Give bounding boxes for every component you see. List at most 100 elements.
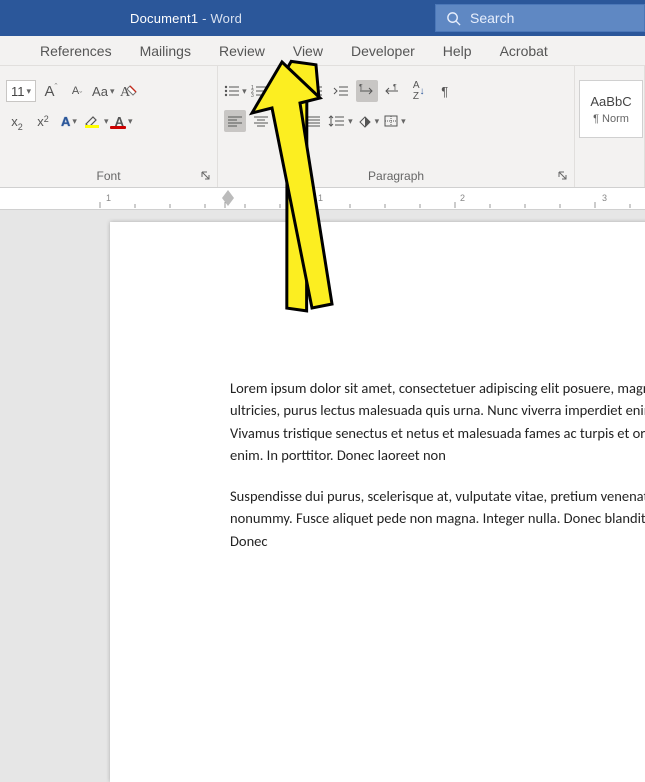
clear-formatting-button[interactable]: A xyxy=(118,80,140,102)
tab-references[interactable]: References xyxy=(40,37,112,65)
style-normal-tile[interactable]: AaBbC ¶ Norm xyxy=(579,80,643,138)
sort-button[interactable]: AZ↓ xyxy=(408,80,430,102)
chevron-down-icon: ▾ xyxy=(348,116,353,127)
text-effects-icon: A xyxy=(61,114,70,129)
align-right-icon xyxy=(279,114,295,128)
paragraph-group: ▾ 123▾ ▾ ¶ ¶ AZ↓ ¶ ▾ ▾ ▾ Paragraph xyxy=(218,66,575,187)
subscript-button[interactable]: x2 xyxy=(6,110,28,132)
shading-button[interactable]: ▾ xyxy=(357,110,380,132)
paragraph-2[interactable]: Suspendisse dui purus, scelerisque at, v… xyxy=(230,485,645,552)
style-tile-sample: AaBbC xyxy=(590,94,631,109)
font-group-label: Font xyxy=(0,169,217,183)
chevron-down-icon: ▾ xyxy=(110,86,115,97)
ribbon: 11▾ Aˆ Aˇ Aa▾ A x2 x2 A▾ ▾ A ▾ Font xyxy=(0,66,645,188)
shading-icon xyxy=(357,114,373,128)
styles-group: AaBbC ¶ Norm xyxy=(575,66,645,187)
font-group: 11▾ Aˆ Aˇ Aa▾ A x2 x2 A▾ ▾ A ▾ Font xyxy=(0,66,218,187)
document-name: Document1 xyxy=(130,11,198,26)
align-left-button[interactable] xyxy=(224,110,246,132)
line-spacing-icon xyxy=(328,114,346,128)
multilevel-icon xyxy=(277,84,293,98)
paragraph-group-label: Paragraph xyxy=(218,169,574,183)
change-case-icon: Aa xyxy=(92,84,108,99)
shrink-font-icon: A xyxy=(72,85,79,97)
title-separator: - xyxy=(198,11,210,26)
show-hide-marks-button[interactable]: ¶ xyxy=(434,80,456,102)
arrow-down-icon: ↓ xyxy=(420,86,425,97)
line-spacing-button[interactable]: ▾ xyxy=(328,110,353,132)
caret-down-icon: ˇ xyxy=(79,90,82,100)
paragraph-1[interactable]: Lorem ipsum dolor sit amet, consectetuer… xyxy=(230,377,645,467)
align-center-icon xyxy=(253,114,269,128)
tab-mailings[interactable]: Mailings xyxy=(140,37,191,65)
chevron-down-icon: ▾ xyxy=(27,86,32,97)
font-size-value: 11 xyxy=(11,84,25,99)
svg-text:3: 3 xyxy=(251,93,254,98)
chevron-down-icon: ▾ xyxy=(128,116,133,127)
launcher-icon xyxy=(558,171,568,181)
superscript-icon: x2 xyxy=(37,114,49,129)
multilevel-list-button[interactable]: ▾ xyxy=(277,80,300,102)
chevron-down-icon: ▾ xyxy=(72,116,77,127)
align-left-icon xyxy=(227,114,243,128)
app-name: Word xyxy=(210,11,242,26)
svg-text:¶: ¶ xyxy=(393,84,397,91)
increase-indent-button[interactable] xyxy=(330,80,352,102)
highlight-button[interactable]: ▾ xyxy=(84,110,109,132)
justify-icon xyxy=(305,114,321,128)
launcher-icon xyxy=(201,171,211,181)
chevron-down-icon: ▾ xyxy=(269,86,274,97)
align-center-button[interactable] xyxy=(250,110,272,132)
subscript-icon: x2 xyxy=(11,114,23,129)
font-size-select[interactable]: 11▾ xyxy=(6,80,36,102)
highlight-icon xyxy=(84,113,102,129)
ribbon-tabs: References Mailings Review View Develope… xyxy=(0,36,645,66)
ltr-icon: ¶ xyxy=(359,84,375,98)
grow-font-button[interactable]: Aˆ xyxy=(40,80,62,102)
chevron-down-icon: ▾ xyxy=(295,86,300,97)
bullets-button[interactable]: ▾ xyxy=(224,80,247,102)
document-canvas: Lorem ipsum dolor sit amet, consectetuer… xyxy=(0,210,645,584)
grow-font-icon: A xyxy=(45,83,55,100)
font-dialog-launcher[interactable] xyxy=(199,169,213,183)
tab-view[interactable]: View xyxy=(293,37,323,65)
rtl-direction-button[interactable]: ¶ xyxy=(382,80,404,102)
ruler-ticks xyxy=(0,188,645,210)
horizontal-ruler[interactable]: 1 1 2 3 xyxy=(0,188,645,210)
tab-developer[interactable]: Developer xyxy=(351,37,415,65)
superscript-button[interactable]: x2 xyxy=(32,110,54,132)
paragraph-dialog-launcher[interactable] xyxy=(556,169,570,183)
numbering-button[interactable]: 123▾ xyxy=(251,80,274,102)
rtl-icon: ¶ xyxy=(385,84,401,98)
chevron-down-icon: ▾ xyxy=(242,86,247,97)
clear-formatting-icon: A xyxy=(120,83,138,99)
chevron-down-icon: ▾ xyxy=(104,116,109,127)
ltr-direction-button[interactable]: ¶ xyxy=(356,80,378,102)
increase-indent-icon xyxy=(333,84,349,98)
font-color-button[interactable]: A ▾ xyxy=(113,110,135,132)
shrink-font-button[interactable]: Aˇ xyxy=(66,80,88,102)
search-box[interactable]: Search xyxy=(435,4,645,32)
style-tile-name: ¶ Norm xyxy=(593,113,629,125)
justify-button[interactable] xyxy=(302,110,324,132)
pilcrow-icon: ¶ xyxy=(441,84,448,99)
title-bar: Document1 - Word Search xyxy=(0,0,645,36)
document-page[interactable]: Lorem ipsum dolor sit amet, consectetuer… xyxy=(110,222,645,782)
change-case-button[interactable]: Aa▾ xyxy=(92,80,114,102)
align-right-button[interactable] xyxy=(276,110,298,132)
borders-button[interactable]: ▾ xyxy=(383,110,406,132)
search-placeholder: Search xyxy=(470,10,514,26)
tab-acrobat[interactable]: Acrobat xyxy=(500,37,548,65)
caret-up-icon: ˆ xyxy=(55,82,58,92)
chevron-down-icon: ▾ xyxy=(401,116,406,127)
decrease-indent-button[interactable] xyxy=(304,80,326,102)
document-title: Document1 - Word xyxy=(130,11,242,26)
borders-icon xyxy=(383,114,399,128)
tab-help[interactable]: Help xyxy=(443,37,472,65)
text-effects-button[interactable]: A▾ xyxy=(58,110,80,132)
svg-text:¶: ¶ xyxy=(359,84,363,91)
tab-review[interactable]: Review xyxy=(219,37,265,65)
search-icon xyxy=(444,9,462,27)
decrease-indent-icon xyxy=(307,84,323,98)
sort-icon: AZ xyxy=(413,80,420,102)
